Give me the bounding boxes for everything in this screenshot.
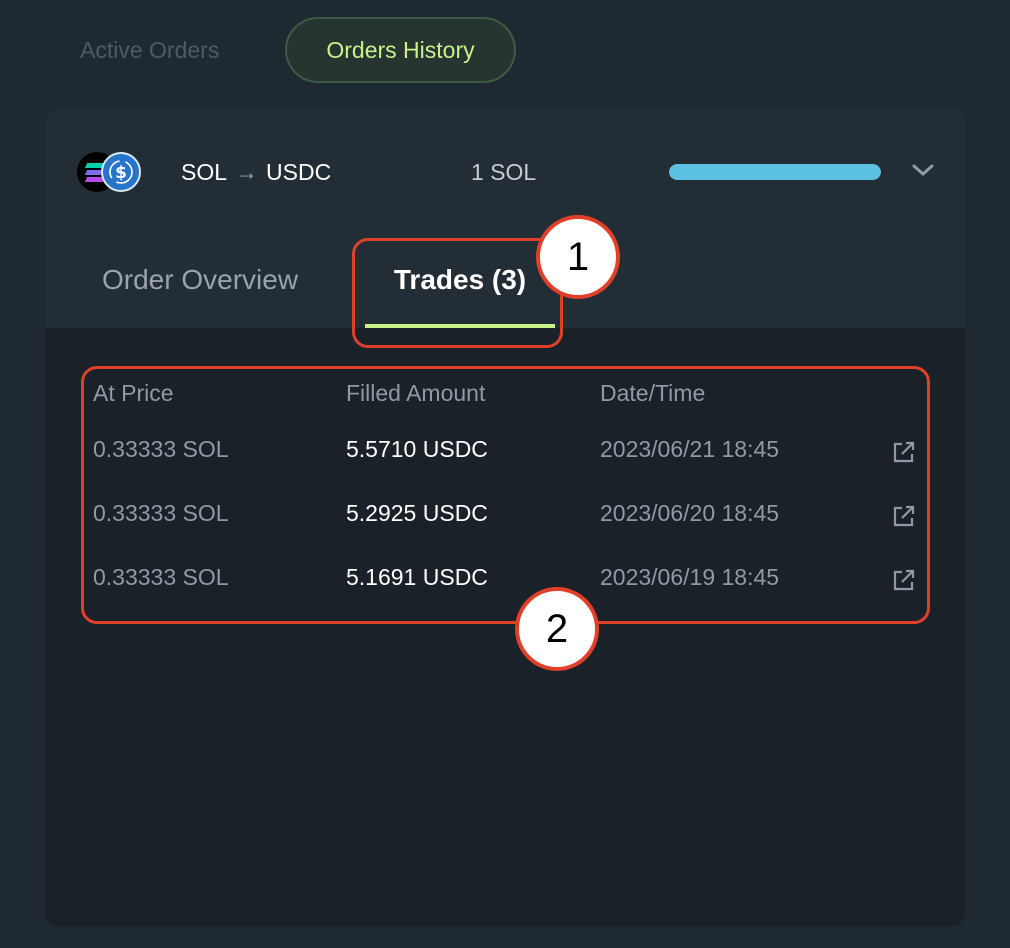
order-amount: 1 SOL (471, 159, 537, 185)
token-pair-icons: $ (77, 152, 143, 192)
fill-progress-value (669, 164, 881, 180)
token-pair: SOL → USDC (181, 157, 331, 187)
from-token: SOL (181, 159, 228, 185)
fill-progress-bar (669, 164, 881, 180)
annotation-box-trades-tab (352, 238, 563, 348)
svg-text:$: $ (115, 163, 127, 183)
arrow-right-icon: → (235, 159, 259, 185)
tab-active-orders[interactable]: Active Orders (80, 34, 219, 66)
orders-panel: Active Orders Orders History $ SOL → USDC (0, 0, 1010, 948)
to-token: USDC (266, 159, 332, 185)
annotation-box-trades-table (81, 366, 930, 624)
annotation-badge-2: 2 (515, 587, 599, 671)
tab-order-overview[interactable]: Order Overview (102, 264, 298, 296)
usdc-icon: $ (101, 152, 141, 192)
chevron-down-icon[interactable] (911, 160, 935, 180)
annotation-badge-1: 1 (536, 215, 620, 299)
tab-orders-history[interactable]: Orders History (285, 17, 516, 83)
